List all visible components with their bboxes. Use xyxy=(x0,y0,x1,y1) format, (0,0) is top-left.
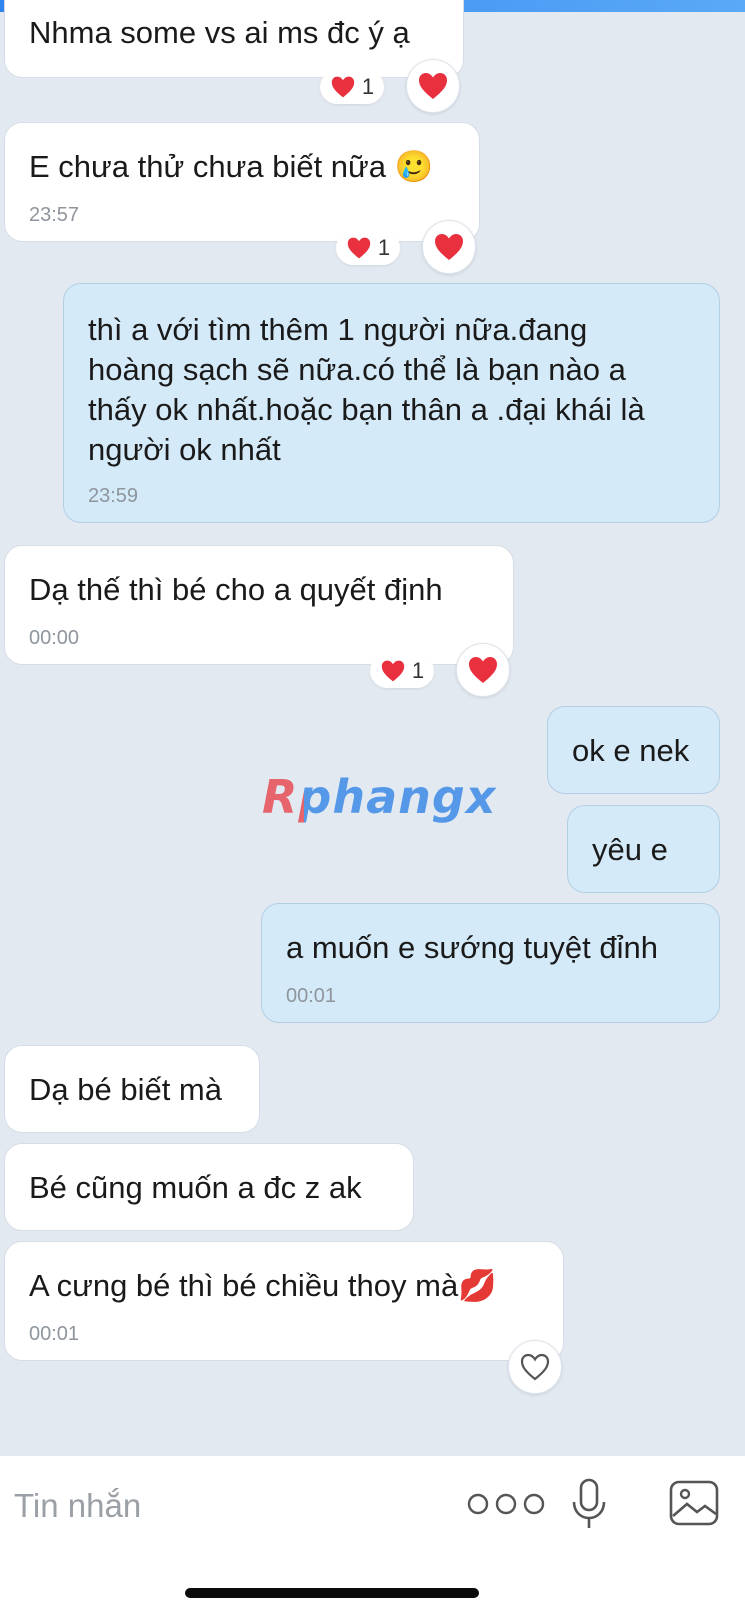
heart-icon xyxy=(435,234,463,260)
message-bubble-incoming[interactable]: Nhma some vs ai ms đc ý ạ xyxy=(4,0,464,78)
message-input[interactable] xyxy=(14,1484,414,1528)
message-text: Bé cũng muốn a đc z ak xyxy=(29,1170,362,1205)
message-line: hoàng sạch sẽ nữa.có thể là bạn nào a xyxy=(88,352,626,387)
message-line: thấy ok nhất.hoặc bạn thân a .đại khái l… xyxy=(88,392,645,427)
message-bubble-outgoing[interactable]: thì a với tìm thêm 1 người nữa.đang hoàn… xyxy=(63,283,720,523)
message-time: 00:00 xyxy=(29,627,80,649)
reaction-summary[interactable]: 1 xyxy=(320,70,384,104)
message-bubble-outgoing[interactable]: a muốn e sướng tuyệt đỉnh 00:01 xyxy=(261,903,720,1023)
reaction-count: 1 xyxy=(411,658,425,683)
message-line: người ok nhất xyxy=(88,432,281,467)
heart-icon xyxy=(331,76,355,98)
reaction-summary[interactable]: 1 xyxy=(336,231,400,265)
message-line: thì a với tìm thêm 1 người nữa.đang xyxy=(88,312,588,347)
heart-outline-icon xyxy=(520,1353,550,1381)
message-composer xyxy=(0,1455,745,1600)
message-bubble-outgoing[interactable]: yêu e xyxy=(567,805,720,893)
message-text: a muốn e sướng tuyệt đỉnh xyxy=(286,930,658,965)
message-bubble-incoming[interactable]: Bé cũng muốn a đc z ak xyxy=(4,1143,414,1231)
reaction-count: 1 xyxy=(361,74,375,99)
reaction-summary[interactable]: 1 xyxy=(370,654,434,688)
message-time: 23:57 xyxy=(29,204,80,226)
heart-icon xyxy=(381,660,405,682)
message-time: 00:01 xyxy=(29,1323,80,1345)
message-bubble-incoming[interactable]: Dạ thế thì bé cho a quyết định 00:00 xyxy=(4,545,514,665)
microphone-icon[interactable] xyxy=(571,1478,607,1530)
reaction-button[interactable] xyxy=(456,643,510,697)
message-bubble-incoming[interactable]: A cưng bé thì bé chiều thoy mà💋 00:01 xyxy=(4,1241,564,1361)
reaction-button[interactable] xyxy=(508,1340,562,1394)
home-indicator xyxy=(185,1588,479,1598)
heart-icon xyxy=(469,657,497,683)
message-text: ok e nek xyxy=(572,733,690,768)
message-text: Dạ bé biết mà xyxy=(29,1072,222,1107)
heart-icon xyxy=(419,73,447,99)
message-text: Dạ thế thì bé cho a quyết định xyxy=(29,572,443,607)
message-text: yêu e xyxy=(592,832,668,867)
watermark-logo: Rphangx xyxy=(262,770,497,824)
message-bubble-incoming[interactable]: Dạ bé biết mà xyxy=(4,1045,260,1133)
message-text: E chưa thử chưa biết nữa 🥲 xyxy=(29,149,434,184)
message-text: thì a với tìm thêm 1 người nữa.đang hoàn… xyxy=(88,310,695,470)
reaction-button[interactable] xyxy=(406,59,460,113)
message-text: Nhma some vs ai ms đc ý ạ xyxy=(29,15,410,50)
message-time: 00:01 xyxy=(286,985,337,1007)
message-time: 23:59 xyxy=(88,485,139,507)
reaction-count: 1 xyxy=(377,235,391,260)
image-icon[interactable] xyxy=(669,1480,719,1526)
message-text: A cưng bé thì bé chiều thoy mà💋 xyxy=(29,1268,497,1303)
more-icon[interactable] xyxy=(464,1492,548,1516)
message-bubble-outgoing[interactable]: ok e nek xyxy=(547,706,720,794)
heart-icon xyxy=(347,237,371,259)
reaction-button[interactable] xyxy=(422,220,476,274)
message-bubble-incoming[interactable]: E chưa thử chưa biết nữa 🥲 23:57 xyxy=(4,122,480,242)
